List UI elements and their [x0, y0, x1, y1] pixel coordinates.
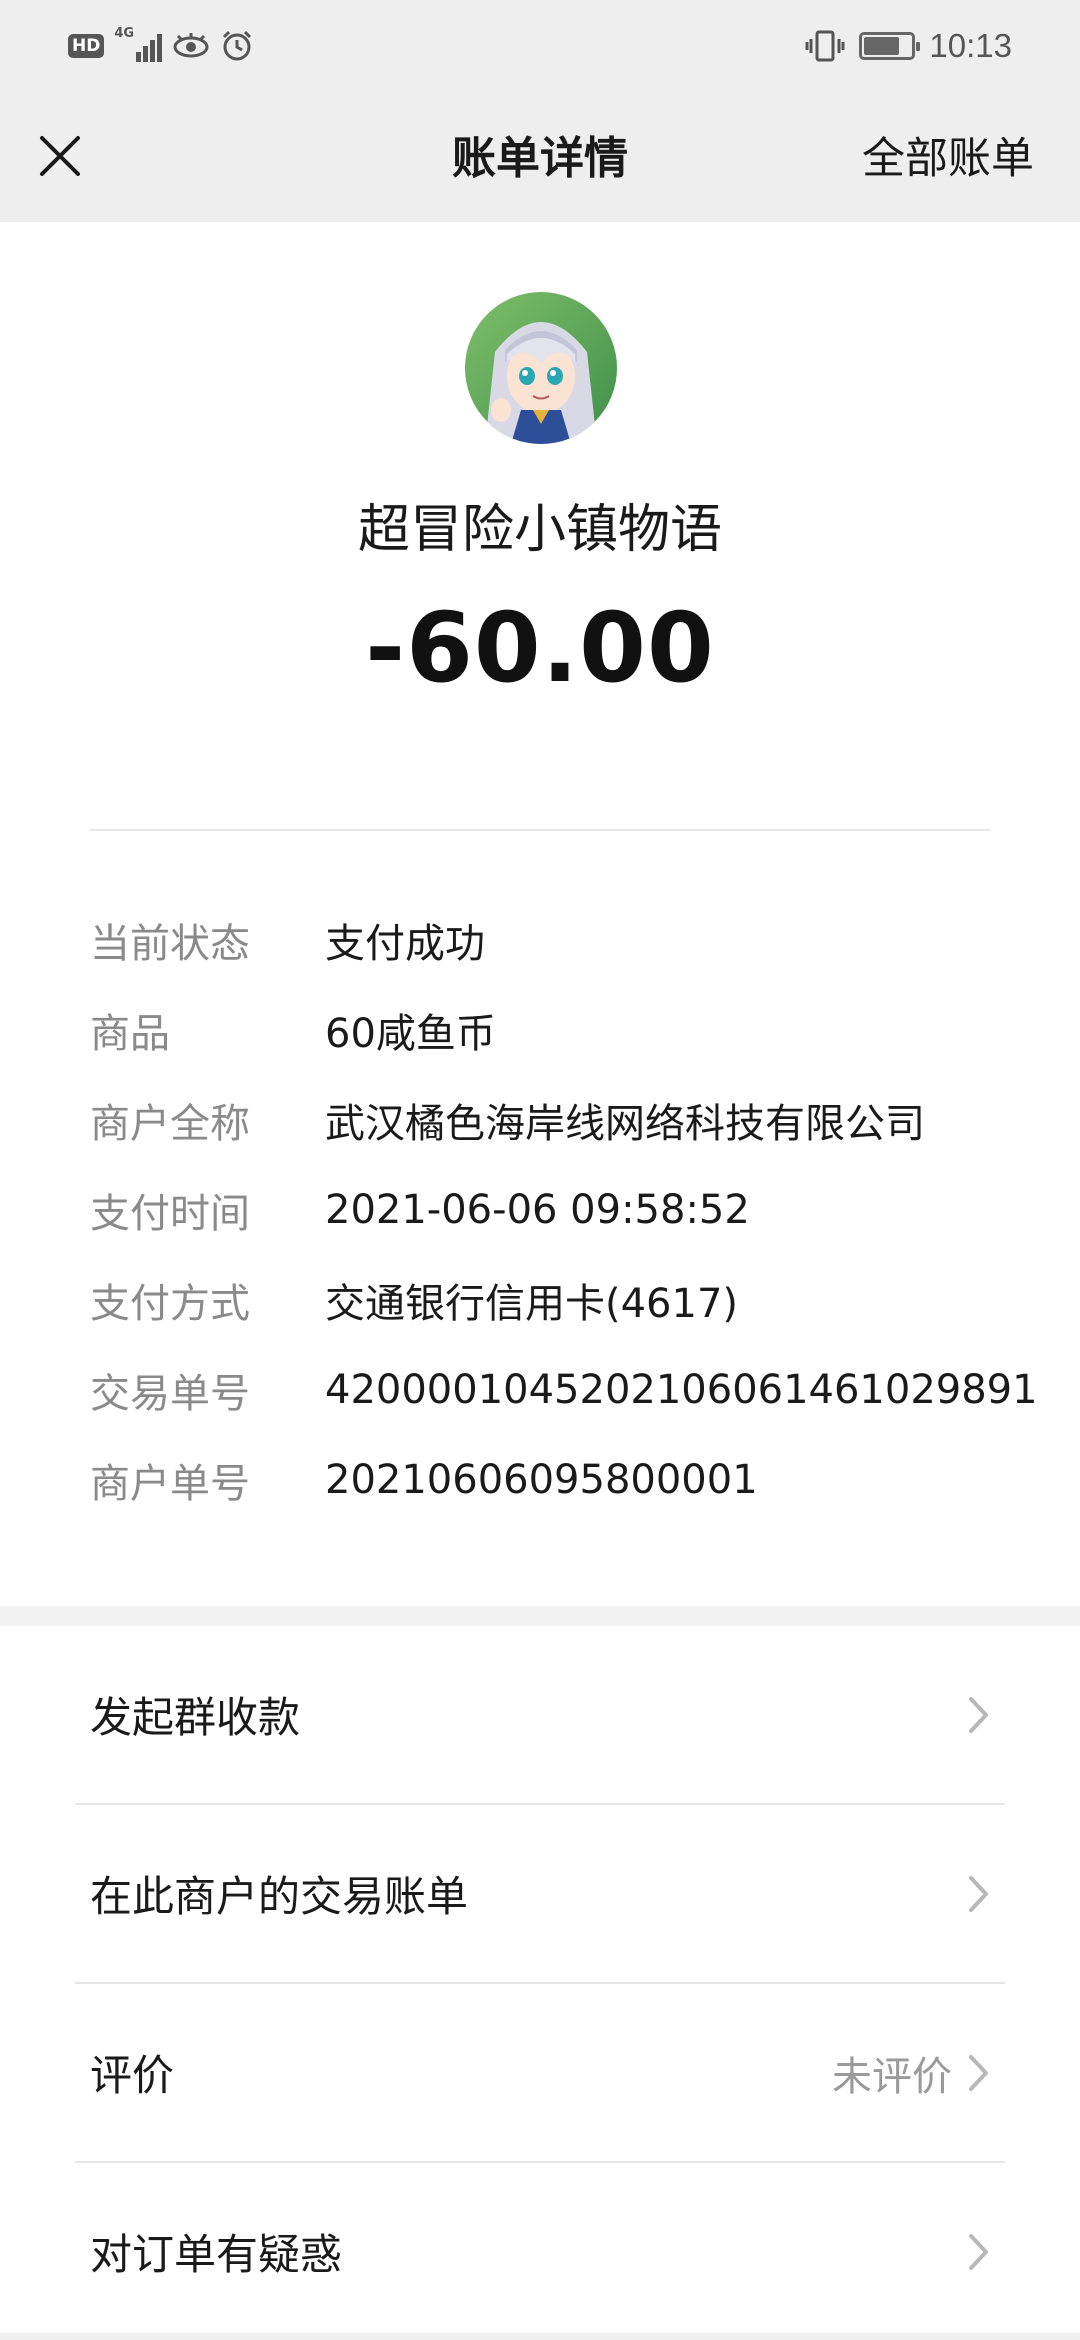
detail-value: 4200001045202106061461029891	[325, 1367, 1038, 1413]
eye-icon	[173, 33, 209, 58]
menu-item-group-collect[interactable]: 发起群收款	[0, 1626, 1080, 1803]
menu-item-review[interactable]: 评价 未评价	[0, 1984, 1080, 2161]
detail-label: 商户全称	[90, 1101, 250, 1147]
status-bar-left: HD 4G	[68, 26, 254, 66]
divider	[90, 829, 990, 831]
all-bills-button[interactable]: 全部账单	[862, 124, 1034, 186]
alarm-icon	[223, 30, 252, 61]
detail-label: 当前状态	[90, 921, 250, 967]
menu-item-label: 在此商户的交易账单	[90, 1872, 469, 1921]
chevron-right-icon	[969, 2054, 988, 2091]
detail-label: 交易单号	[90, 1371, 250, 1417]
detail-value: 2021-06-06 09:58:52	[325, 1187, 750, 1233]
status-bar: HD 4G 10:13	[0, 0, 1080, 92]
detail-row-merchant-order-id: 商户单号 20210606095800001	[90, 1435, 1050, 1525]
battery-level	[864, 37, 899, 55]
detail-row-payment-time: 支付时间 2021-06-06 09:58:52	[90, 1165, 1050, 1255]
status-time: 10:13	[929, 27, 1012, 64]
merchant-avatar	[465, 292, 617, 444]
menu-item-label: 评价	[90, 2051, 175, 2100]
bill-details: 当前状态 支付成功 商品 60咸鱼币 商户全称 武汉橘色海岸线网络科技有限公司 …	[90, 895, 1050, 1525]
menu-item-merchant-bills[interactable]: 在此商户的交易账单	[0, 1805, 1080, 1982]
battery-icon	[859, 32, 921, 60]
review-status: 未评价	[832, 2053, 952, 2100]
detail-value: 60咸鱼币	[325, 1011, 496, 1057]
detail-row-transaction-id: 交易单号 4200001045202106061461029891	[90, 1345, 1050, 1435]
bottom-edge	[0, 2333, 1080, 2340]
detail-value: 20210606095800001	[325, 1457, 758, 1503]
vibrate-icon	[805, 30, 845, 62]
detail-row-payment-method: 支付方式 交通银行信用卡(4617)	[90, 1255, 1050, 1345]
section-separator	[0, 1606, 1080, 1626]
merchant-name: 超冒险小镇物语	[357, 500, 722, 560]
chevron-right-icon	[969, 1696, 988, 1733]
detail-value: 交通银行信用卡(4617)	[325, 1281, 739, 1327]
detail-label: 支付时间	[90, 1191, 250, 1237]
menu-item-label: 对订单有疑惑	[90, 2230, 343, 2279]
network-label: 4G	[114, 26, 135, 41]
menu-item-label: 发起群收款	[90, 1693, 301, 1742]
navigation-bar: 账单详情 全部账单	[0, 92, 1080, 222]
action-menu: 发起群收款 在此商户的交易账单 评价 未评价 对订单有疑惑	[0, 1626, 1080, 2340]
status-bar-right: 10:13	[805, 26, 1012, 66]
detail-label: 商品	[90, 1011, 170, 1057]
hd-icon: HD	[68, 34, 105, 58]
transaction-amount: -60.00	[365, 592, 715, 704]
detail-value: 武汉橘色海岸线网络科技有限公司	[325, 1101, 925, 1147]
menu-item-order-question[interactable]: 对订单有疑惑	[0, 2163, 1080, 2340]
signal-icon: 4G	[114, 26, 163, 62]
detail-row-status: 当前状态 支付成功	[90, 895, 1050, 985]
detail-value: 支付成功	[325, 921, 485, 967]
detail-row-product: 商品 60咸鱼币	[90, 985, 1050, 1075]
chevron-right-icon	[969, 1875, 988, 1912]
detail-label: 商户单号	[90, 1461, 250, 1507]
chevron-right-icon	[969, 2233, 988, 2270]
detail-label: 支付方式	[90, 1281, 250, 1327]
detail-row-merchant-full-name: 商户全称 武汉橘色海岸线网络科技有限公司	[90, 1075, 1050, 1165]
